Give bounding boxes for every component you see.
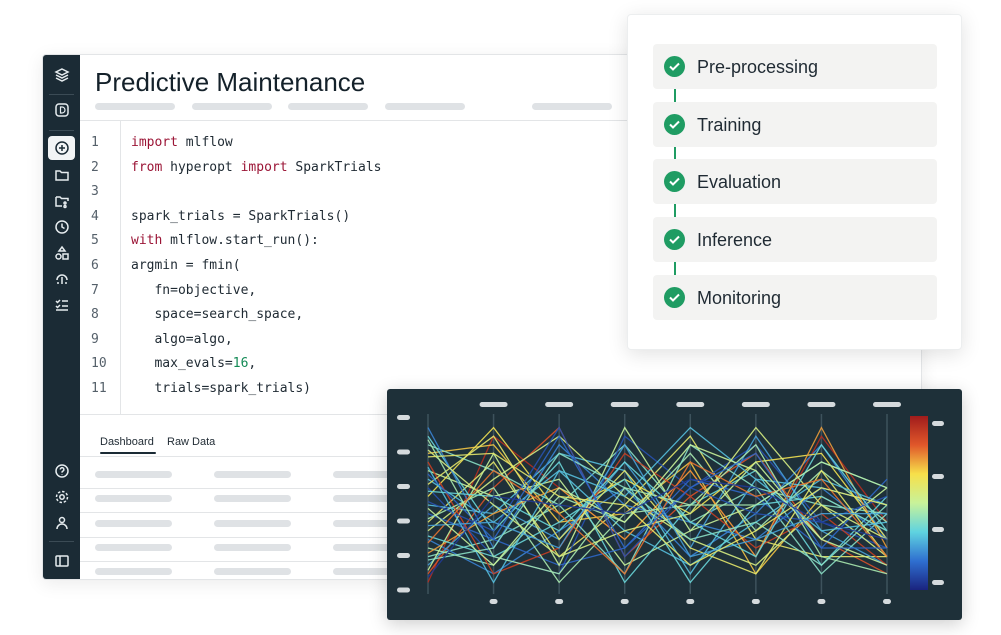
layers-logo-icon[interactable] bbox=[48, 63, 75, 87]
table-cell-placeholder bbox=[214, 519, 291, 527]
colorbar-tick-placeholder bbox=[932, 580, 944, 585]
new-icon[interactable] bbox=[48, 136, 75, 160]
step-label: Inference bbox=[697, 230, 773, 251]
y-tick-placeholder bbox=[397, 518, 410, 524]
check-icon bbox=[664, 56, 685, 77]
line-number: 11 bbox=[91, 381, 107, 396]
code-line: spark_trials = SparkTrials() bbox=[131, 208, 351, 224]
pipeline-card: Pre-processing Training Evaluation Inferenc… bbox=[627, 14, 962, 350]
y-tick-placeholder bbox=[397, 553, 410, 558]
pipeline-step[interactable]: Monitoring bbox=[653, 274, 937, 320]
table-cell-placeholder bbox=[95, 543, 172, 551]
line-number: 5 bbox=[91, 233, 99, 249]
check-icon bbox=[664, 171, 685, 193]
check-icon bbox=[664, 113, 685, 135]
pipeline-step[interactable]: Training bbox=[653, 101, 937, 147]
check-icon bbox=[664, 286, 685, 308]
axis-label-placeholder bbox=[610, 402, 639, 407]
line-number: 9 bbox=[91, 331, 99, 347]
help-icon[interactable] bbox=[48, 459, 75, 483]
table-cell-placeholder bbox=[95, 568, 172, 576]
axis-label-placeholder bbox=[741, 402, 770, 407]
colorbar-tick-placeholder bbox=[932, 421, 944, 426]
line-number: 8 bbox=[91, 307, 99, 323]
folder-icon[interactable] bbox=[48, 163, 75, 187]
table-cell-placeholder bbox=[214, 568, 291, 576]
code-line: trials=spark_trials) bbox=[131, 381, 312, 396]
pipeline-step[interactable]: Pre-processing bbox=[653, 44, 937, 89]
pipeline-step[interactable]: Inference bbox=[653, 217, 937, 263]
y-tick-placeholder bbox=[397, 484, 410, 489]
tab-raw-data[interactable]: Raw Data bbox=[167, 436, 215, 448]
step-label: Evaluation bbox=[697, 172, 782, 193]
axis-tick-placeholder bbox=[489, 599, 498, 604]
code-line: import mlflow bbox=[131, 135, 233, 150]
line-number: 1 bbox=[91, 135, 99, 150]
pipeline-step[interactable]: Evaluation bbox=[653, 159, 937, 205]
workspace-d-icon[interactable] bbox=[48, 98, 75, 122]
line-number: 7 bbox=[91, 282, 99, 298]
axis-tick-placeholder bbox=[883, 599, 891, 604]
code-line: with mlflow.start_run(): bbox=[131, 233, 319, 249]
axis-label-placeholder bbox=[479, 402, 508, 407]
axis-tick-placeholder bbox=[620, 599, 629, 604]
table-cell-placeholder bbox=[214, 471, 291, 478]
code-line: argmin = fmin( bbox=[131, 258, 241, 273]
user-icon[interactable] bbox=[48, 511, 75, 535]
axis-label-placeholder bbox=[873, 402, 901, 407]
parallel-coordinates-chart bbox=[387, 389, 962, 620]
code-line: max_evals=16, bbox=[131, 356, 257, 372]
repo-folder-icon[interactable] bbox=[48, 189, 75, 213]
step-label: Monitoring bbox=[697, 287, 782, 308]
table-cell-placeholder bbox=[214, 495, 291, 503]
axis-tick-placeholder bbox=[751, 599, 760, 604]
axis-tick-placeholder bbox=[686, 599, 695, 604]
y-tick-placeholder bbox=[397, 587, 410, 593]
sidebar-toggle-icon[interactable] bbox=[48, 549, 75, 573]
axis-label-placeholder bbox=[807, 402, 836, 407]
tab-dashboard[interactable]: Dashboard bbox=[100, 436, 154, 448]
line-number: 10 bbox=[91, 356, 107, 372]
colorbar bbox=[910, 416, 928, 590]
table-cell-placeholder bbox=[95, 519, 172, 527]
model-tree-icon[interactable] bbox=[48, 267, 75, 291]
table-cell-placeholder bbox=[95, 495, 172, 503]
table-cell-placeholder bbox=[214, 543, 291, 551]
axis-label-placeholder bbox=[545, 402, 574, 407]
step-label: Pre-processing bbox=[697, 57, 819, 77]
clock-icon[interactable] bbox=[48, 215, 75, 239]
sidebar bbox=[43, 55, 80, 579]
line-number: 4 bbox=[91, 208, 99, 224]
axis-tick-placeholder bbox=[555, 599, 564, 604]
settings-gear-icon[interactable] bbox=[48, 485, 75, 509]
shapes-icon[interactable] bbox=[48, 241, 75, 265]
code-line: algo=algo, bbox=[131, 331, 233, 347]
y-tick-placeholder bbox=[397, 415, 410, 420]
check-icon bbox=[664, 229, 685, 251]
checklist-icon[interactable] bbox=[48, 293, 75, 317]
colorbar-tick-placeholder bbox=[932, 527, 944, 532]
table-cell-placeholder bbox=[95, 471, 172, 478]
code-line: from hyperopt import SparkTrials bbox=[131, 159, 382, 175]
page-title: Predictive Maintenance bbox=[95, 67, 366, 97]
y-tick-placeholder bbox=[397, 449, 410, 455]
line-number: 3 bbox=[91, 184, 99, 200]
line-number: 2 bbox=[91, 159, 99, 175]
code-line: space=search_space, bbox=[131, 307, 304, 323]
colorbar-tick-placeholder bbox=[932, 474, 944, 479]
line-number: 6 bbox=[91, 258, 99, 273]
axis-label-placeholder bbox=[676, 402, 705, 407]
axis-tick-placeholder bbox=[817, 599, 826, 604]
data-line bbox=[427, 478, 888, 584]
step-label: Training bbox=[697, 114, 762, 135]
code-line: fn=objective, bbox=[131, 282, 257, 298]
